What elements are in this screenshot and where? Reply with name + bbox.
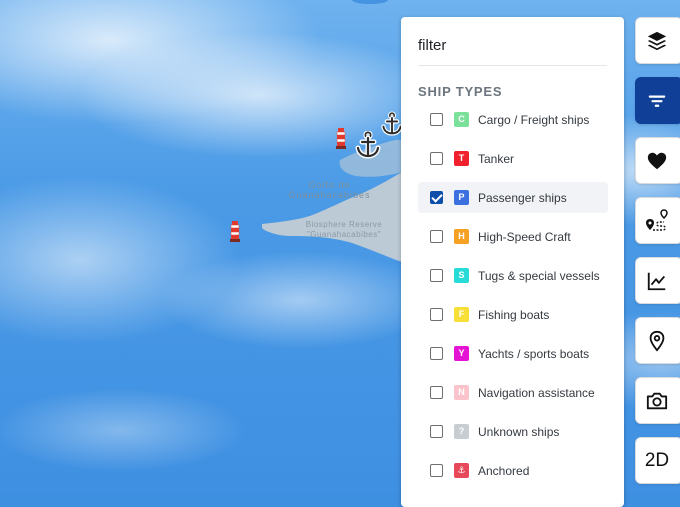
ship-type-badge: C — [454, 112, 469, 127]
ship-type-label: Tugs & special vessels — [478, 268, 600, 283]
filter-button[interactable] — [635, 77, 680, 124]
ship-type-tanker[interactable]: T Tanker — [418, 143, 608, 174]
checkbox[interactable] — [430, 152, 443, 165]
ship-type-yachts[interactable]: Y Yachts / sports boats — [418, 338, 608, 369]
ship-type-high-speed[interactable]: H High-Speed Craft — [418, 221, 608, 252]
ship-type-label: High-Speed Craft — [478, 229, 571, 244]
checkbox[interactable] — [430, 308, 443, 321]
ship-type-badge: ⚓ — [454, 463, 469, 478]
ship-type-label: Cargo / Freight ships — [478, 112, 590, 127]
ship-type-unknown[interactable]: ? Unknown ships — [418, 416, 608, 447]
checkbox[interactable] — [430, 113, 443, 126]
ship-type-label: Navigation assistance — [478, 385, 595, 400]
camera-button[interactable] — [635, 377, 680, 424]
checkbox[interactable] — [430, 464, 443, 477]
divider — [418, 65, 607, 66]
reserve-map-label: Biosphere Reserve "Guanahacabibes" — [305, 220, 383, 239]
checkbox[interactable] — [430, 425, 443, 438]
ship-type-tugs[interactable]: S Tugs & special vessels — [418, 260, 608, 291]
ship-type-label: Yachts / sports boats — [478, 346, 590, 361]
ship-type-fishing[interactable]: F Fishing boats — [418, 299, 608, 330]
layers-icon — [647, 31, 667, 50]
ship-type-label: Unknown ships — [478, 424, 560, 439]
section-title-ship-types: SHIP TYPES — [418, 84, 503, 99]
ship-type-badge: P — [454, 190, 469, 205]
view-mode-button[interactable]: 2D — [635, 437, 680, 484]
panel-title: filter — [418, 37, 447, 54]
ship-type-passenger[interactable]: P Passenger ships — [418, 182, 608, 213]
checkbox[interactable] — [430, 230, 443, 243]
route-icon — [646, 208, 668, 231]
ship-type-label: Passenger ships — [478, 190, 567, 205]
ship-type-label: Tanker — [478, 151, 515, 166]
ship-type-badge: T — [454, 151, 469, 166]
filter-panel: filter SHIP TYPES C Cargo / Freight ship… — [401, 17, 624, 507]
checkbox[interactable] — [430, 386, 443, 399]
view-mode-label: 2D — [644, 449, 670, 471]
ship-type-anchored[interactable]: ⚓ Anchored — [418, 455, 608, 486]
chart-icon — [647, 272, 666, 290]
filter-icon — [648, 95, 666, 107]
ship-type-badge: N — [454, 385, 469, 400]
ship-type-badge: H — [454, 229, 469, 244]
route-button[interactable] — [635, 197, 680, 244]
ship-type-label: Anchored — [478, 463, 530, 478]
checkbox[interactable] — [430, 269, 443, 282]
ship-type-badge: ? — [454, 424, 469, 439]
favorites-button[interactable] — [635, 137, 680, 184]
ship-type-label: Fishing boats — [478, 307, 550, 322]
statistics-button[interactable] — [635, 257, 680, 304]
ship-type-list: C Cargo / Freight ships T Tanker P Passe… — [418, 104, 608, 494]
heart-icon — [647, 152, 667, 169]
checkbox[interactable] — [430, 347, 443, 360]
location-pin-icon — [649, 330, 665, 352]
camera-icon — [646, 392, 668, 409]
ship-type-badge: S — [454, 268, 469, 283]
checkbox[interactable] — [430, 191, 443, 204]
ship-type-badge: Y — [454, 346, 469, 361]
ship-type-badge: F — [454, 307, 469, 322]
location-button[interactable] — [635, 317, 680, 364]
ship-type-cargo[interactable]: C Cargo / Freight ships — [418, 104, 608, 135]
layers-button[interactable] — [635, 17, 680, 64]
gulf-map-label: Golfo de Guanahacabibes — [288, 180, 371, 200]
ship-type-navigation[interactable]: N Navigation assistance — [418, 377, 608, 408]
